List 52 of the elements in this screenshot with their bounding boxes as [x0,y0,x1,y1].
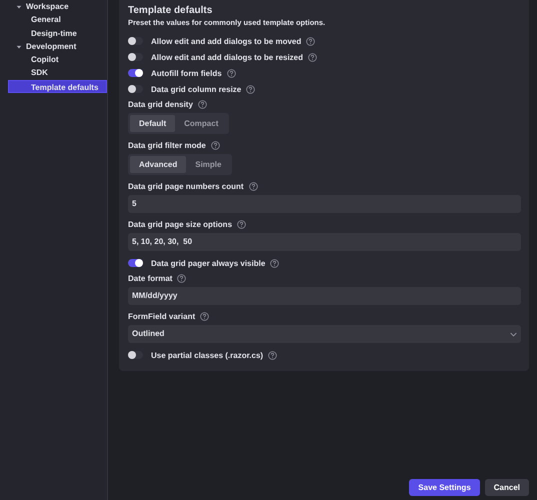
setting-label: Data grid page numbers count [128,182,244,191]
help-icon[interactable] [246,84,256,94]
segment-option[interactable]: Advanced [130,156,186,173]
toggle-switch[interactable] [128,85,143,93]
tree-item[interactable]: General [0,13,107,27]
tree-item[interactable]: Copilot [0,53,107,66]
select-value: Outlined [132,328,164,340]
help-icon[interactable] [177,274,186,283]
setting-label: Autofill form fields [151,68,222,78]
help-icon[interactable] [248,182,258,191]
input-field[interactable]: 5, 10, 20, 30, 50 [128,233,521,251]
help-icon[interactable] [268,350,278,360]
setting-label: FormField variant [128,312,196,321]
select-field[interactable]: Outlined [128,325,521,343]
help-icon[interactable] [200,312,210,321]
input-field[interactable]: MM/dd/yyyy [128,287,521,305]
cancel-button[interactable]: Cancel [484,479,529,496]
toggle-switch[interactable] [128,69,143,77]
chevron-down-icon [510,332,517,336]
tree-item[interactable]: Design-time [0,26,107,40]
setting-label: Date format [128,274,172,283]
setting-label: Data grid column resize [151,84,242,94]
toggle-switch[interactable] [128,259,143,267]
setting-label: Data grid density [128,100,193,109]
setting-label: Data grid page size options [128,220,232,229]
section-title: Template defaults [128,5,214,16]
help-icon[interactable] [198,100,207,109]
help-icon[interactable] [226,68,236,78]
help-icon[interactable] [270,258,280,268]
help-icon[interactable] [210,141,220,150]
tree-item[interactable]: Template defaults [8,80,107,94]
help-icon[interactable] [306,36,316,46]
save-button[interactable]: Save Settings [409,479,480,496]
segment-option[interactable]: Compact [175,115,228,132]
setting-label: Data grid pager always visible [151,258,266,268]
setting-label: Allow edit and add dialogs to be resized [151,52,304,62]
tree-item[interactable]: SDK [0,66,107,80]
setting-label: Data grid filter mode [128,141,206,150]
caret-icon [16,44,22,50]
toggle-switch[interactable] [128,351,143,359]
help-icon[interactable] [237,220,246,229]
input-field[interactable]: 5 [128,195,521,213]
tree-item[interactable]: Workspace [0,0,107,14]
tree-item[interactable]: Development [0,40,107,54]
caret-icon [16,4,22,10]
help-icon[interactable] [308,52,318,62]
segment-option[interactable]: Simple [186,156,230,173]
toggle-switch[interactable] [128,37,143,45]
setting-label: Use partial classes (.razor.cs) [151,350,264,360]
segment-option[interactable]: Default [130,115,176,132]
setting-label: Allow edit and add dialogs to be moved [151,36,302,46]
toggle-switch[interactable] [128,53,143,61]
